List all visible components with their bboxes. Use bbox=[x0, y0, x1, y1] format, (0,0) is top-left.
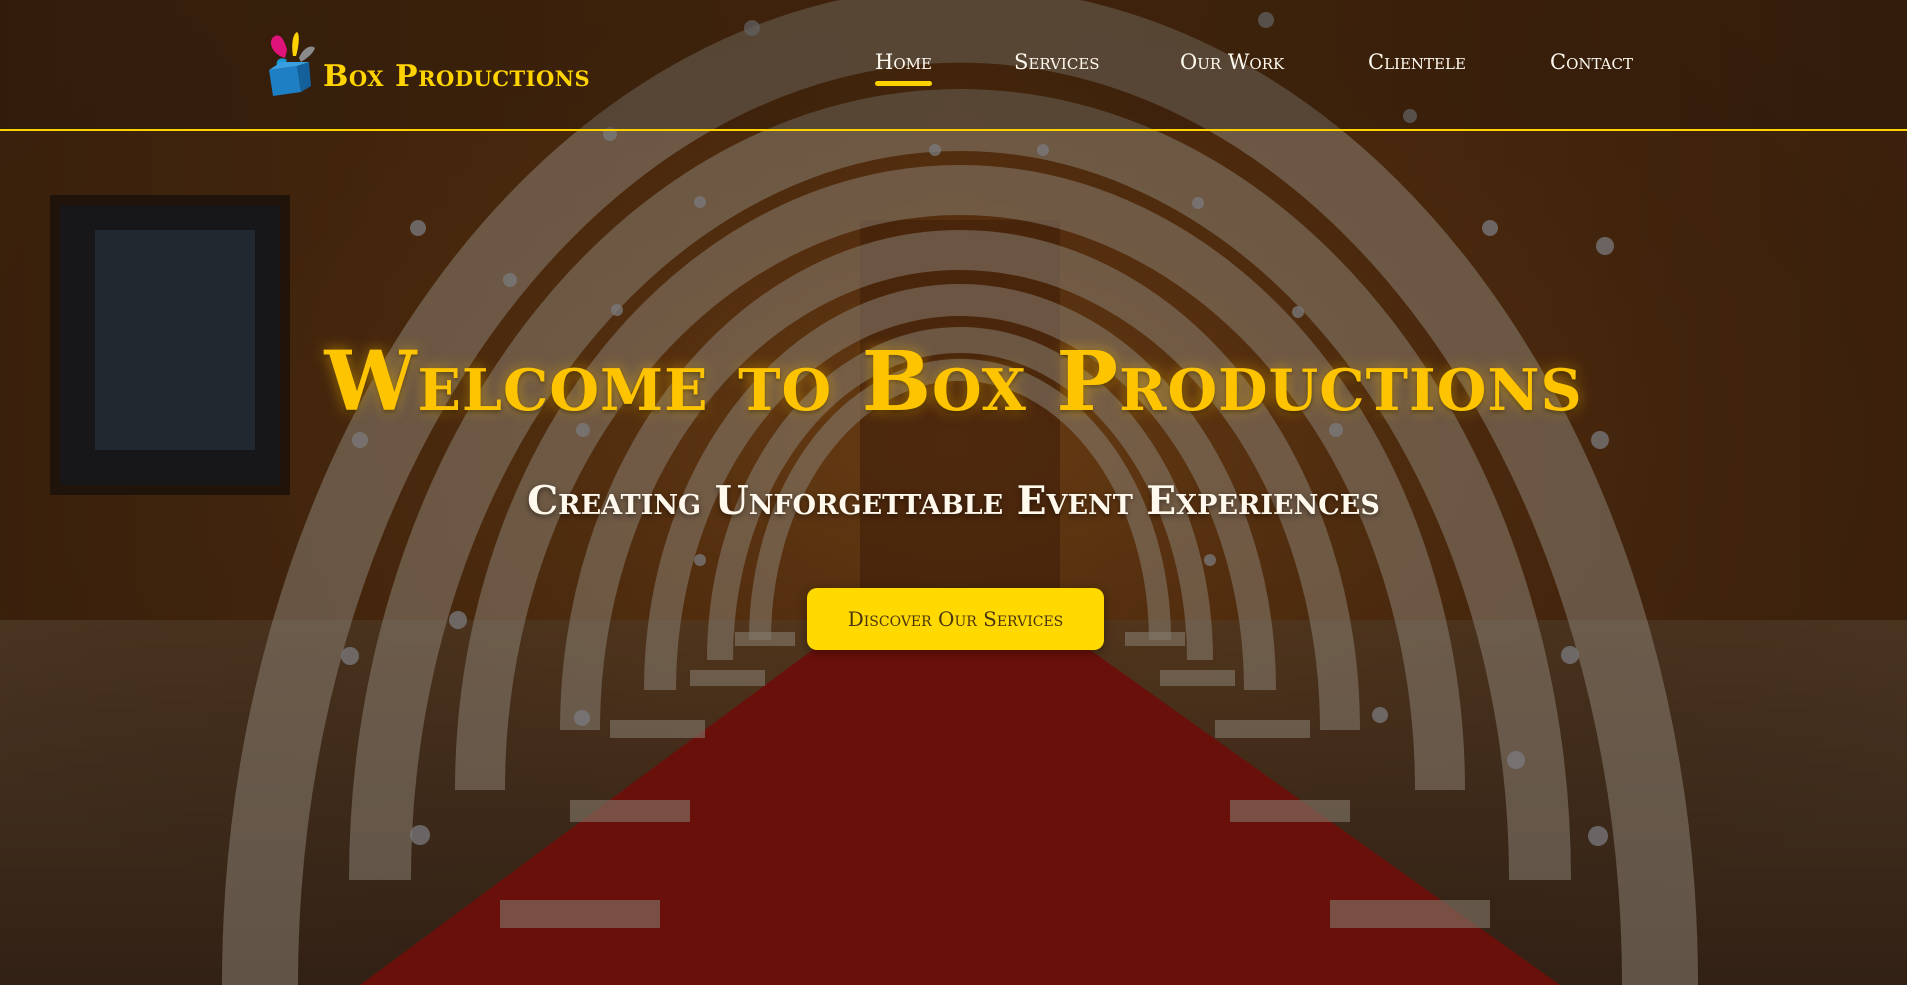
nav-item-services[interactable]: Services bbox=[1014, 50, 1100, 74]
site-header: Box Productions Home Services Our Work C… bbox=[0, 0, 1907, 131]
nav-item-clientele[interactable]: Clientele bbox=[1368, 50, 1466, 74]
logo-link[interactable]: Box Productions bbox=[263, 18, 590, 96]
hero-subtitle: Creating Unforgettable Event Experiences bbox=[527, 478, 1380, 524]
nav-item-our-work[interactable]: Our Work bbox=[1180, 50, 1284, 74]
main-nav: Home Services Our Work Clientele Contact bbox=[860, 50, 1660, 90]
nav-item-home[interactable]: Home bbox=[875, 50, 932, 86]
nav-item-contact[interactable]: Contact bbox=[1550, 50, 1633, 74]
hero-title: Welcome to Box Productions bbox=[324, 334, 1583, 430]
brand-name: Box Productions bbox=[323, 59, 591, 94]
gift-box-splash-icon bbox=[269, 32, 315, 96]
discover-services-button[interactable]: Discover Our Services bbox=[807, 588, 1104, 650]
